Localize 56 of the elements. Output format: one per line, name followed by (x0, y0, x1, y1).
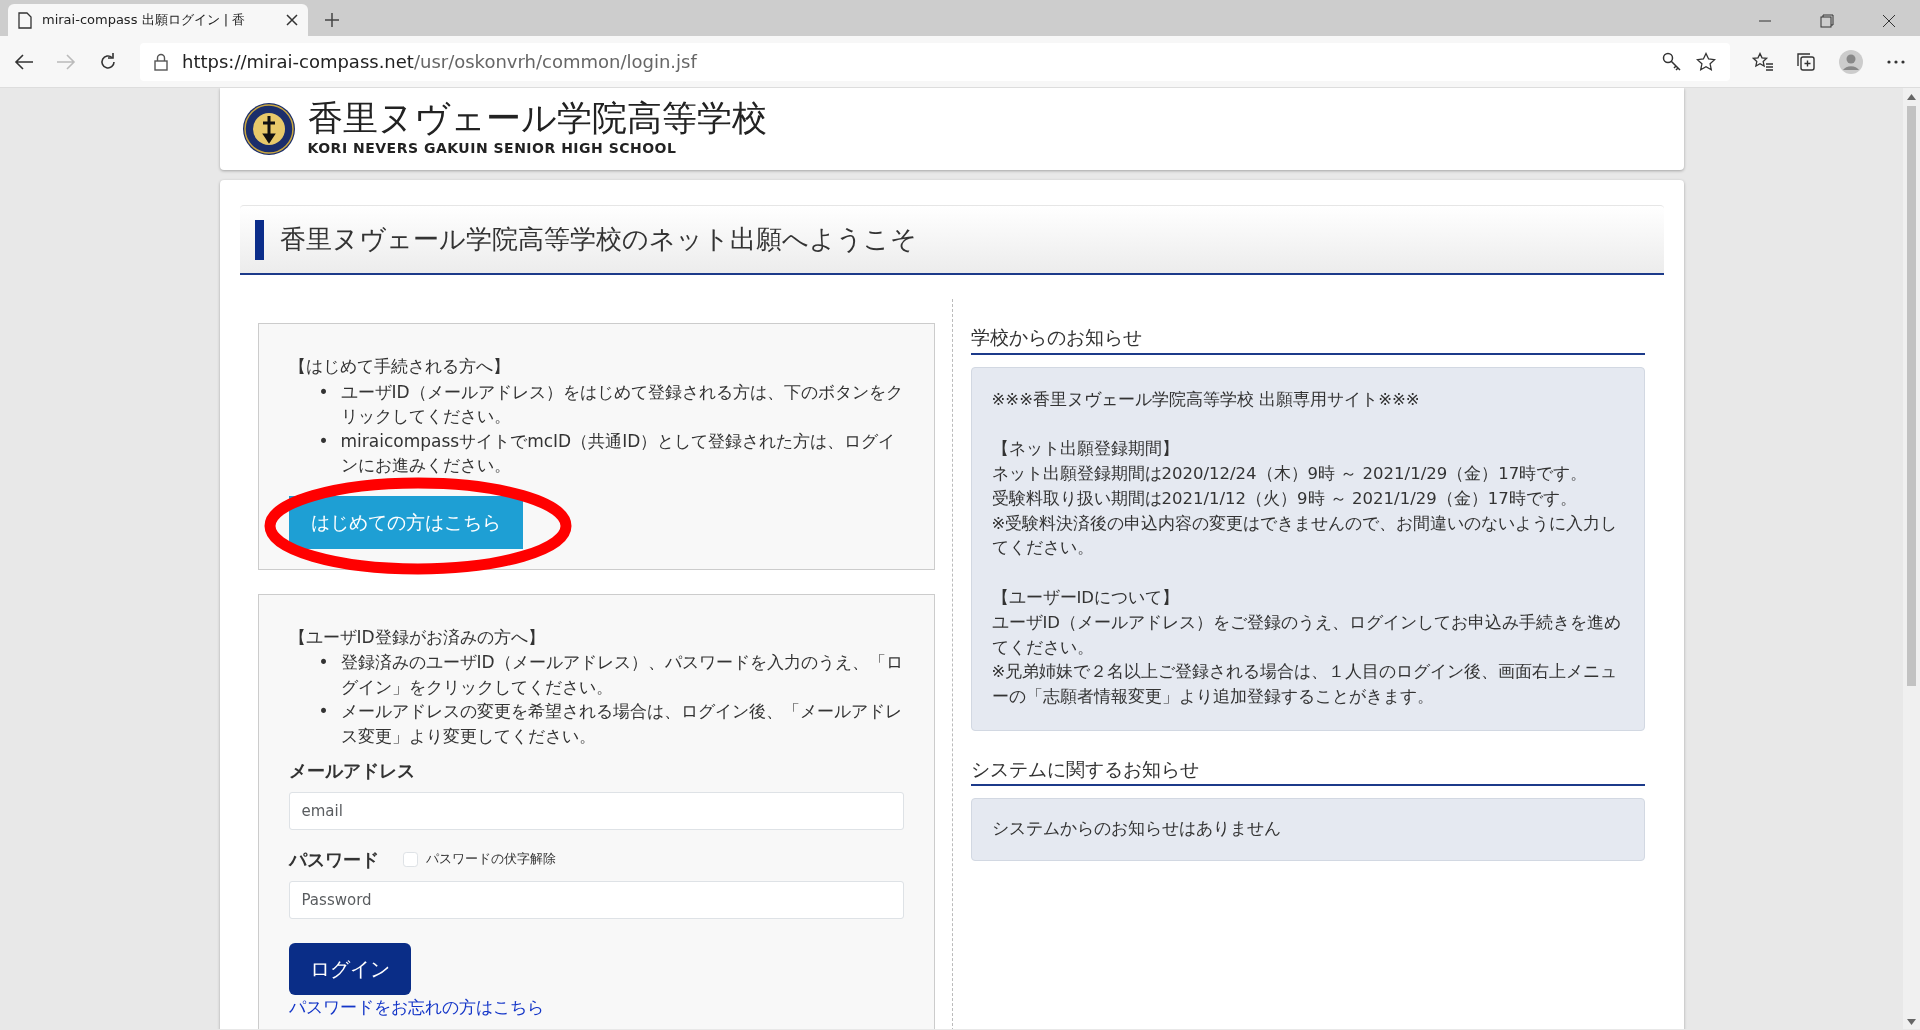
notice-line: 受験料取り扱い期間は2021/1/12（火）9時 ～ 2021/1/29（金）17時です。 (991, 487, 1578, 510)
page-icon (18, 11, 32, 29)
instruction-item: 登録済みのユーザID（メールアドレス）、パスワードを入力のうえ、「ログイン」をクリックしてください。 (340, 651, 904, 699)
school-notice-heading: 学校からのお知らせ (970, 323, 1645, 355)
more-icon[interactable] (1886, 58, 1906, 65)
system-notice-heading: システムに関するお知らせ (970, 754, 1645, 787)
notice-line: ※兄弟姉妹で２名以上ご登録される場合は、１人目のログイン後、画面右上メニューの「志願者情報変更」より追加登録することがきます。 (991, 661, 1619, 708)
lock-icon (154, 52, 168, 71)
scroll-up-icon[interactable] (1907, 94, 1916, 100)
login-button[interactable]: ログイン (288, 942, 411, 995)
school-name: 香里ヌヴェール学院高等学校 (307, 99, 767, 138)
refresh-icon[interactable] (98, 51, 118, 72)
scrollbar-thumb[interactable] (1907, 106, 1916, 686)
notice-line: ネット出願登録期間は2020/12/24（木）9時 ～ 2021/1/29（金）17時です。 (991, 463, 1589, 485)
address-bar[interactable]: https://mirai-compass.net/usr/oskonvrh/common/login.jsf (140, 42, 1730, 81)
email-label: メールアドレス (288, 759, 415, 781)
welcome-title: 香里ヌヴェール学院高等学校のネット出願へようこそ (279, 223, 917, 256)
school-name-english: KORI NEVERS GAKUIN SENIOR HIGH SCHOOL (307, 138, 678, 158)
unmask-label: パスワードの伏字解除 (425, 850, 556, 869)
forgot-password-link[interactable]: パスワードをお忘れの方はこちら (288, 996, 544, 1017)
collections-icon[interactable] (1796, 51, 1816, 72)
unmask-checkbox[interactable] (402, 851, 418, 867)
new-tab-icon[interactable] (324, 12, 340, 28)
restore-icon[interactable] (1820, 14, 1834, 28)
registered-heading: 【ユーザID登録がお済みの方へ】 (288, 625, 546, 649)
instruction-item: メールアドレスの変更を希望される場合は、ログイン後、「メールアドレス変更」より変更してください。 (340, 700, 903, 748)
profile-icon[interactable] (1838, 48, 1864, 75)
system-notice-text: システムからのお知らせはありません (991, 819, 1281, 839)
close-icon[interactable] (286, 14, 298, 26)
notice-line: ※※※香里ヌヴェール学院高等学校 出願専用サイト※※※ (991, 388, 1421, 411)
bullet-mark: • (318, 651, 329, 675)
accent-bar (254, 219, 264, 260)
url-text: https://mirai-compass.net/usr/oskonvrh/common/login.jsf (182, 50, 699, 74)
star-icon[interactable] (1696, 51, 1716, 72)
scroll-down-icon[interactable] (1907, 1019, 1916, 1025)
scrollbar[interactable] (1903, 88, 1920, 1029)
first-time-heading: 【はじめて手続される方へ】 (288, 355, 511, 378)
password-field[interactable]: Password (288, 880, 904, 919)
tab-title: mirai-compass 出願ログイン | 香 (42, 11, 247, 30)
bullet-mark: • (318, 700, 329, 724)
password-label: パスワード (288, 847, 379, 872)
key-icon[interactable] (1662, 51, 1682, 72)
instruction-item: miraicompassサイトでmcID（共通ID）として登録された方は、ログインにお進みください。 (340, 429, 897, 478)
notice-line: 【ユーザーIDについて】 (991, 587, 1181, 609)
favorites-icon[interactable] (1752, 51, 1774, 72)
bullet-mark: • (318, 429, 329, 453)
email-field[interactable]: email (288, 791, 904, 830)
back-icon[interactable] (14, 52, 34, 71)
instruction-item: ユーザID（メールアドレス）をはじめて登録される方は、下のボタンをクリックしてください。 (340, 380, 904, 429)
browser-tab[interactable]: mirai-compass 出願ログイン | 香 (8, 4, 308, 36)
bullet-mark: • (318, 380, 329, 404)
notice-line: 【ネット出願登録期間】 (991, 438, 1180, 461)
close-icon[interactable] (1882, 14, 1896, 28)
school-emblem-icon (241, 102, 296, 156)
notice-line: ユーザID（メールアドレス）をご登録のうえ、ログインしてお申込み手続きを進めてください。 (991, 611, 1623, 659)
notice-line: ※受験料決済後の申込内容の変更はできませんので、お間違いのないように入力してください。 (991, 512, 1619, 560)
